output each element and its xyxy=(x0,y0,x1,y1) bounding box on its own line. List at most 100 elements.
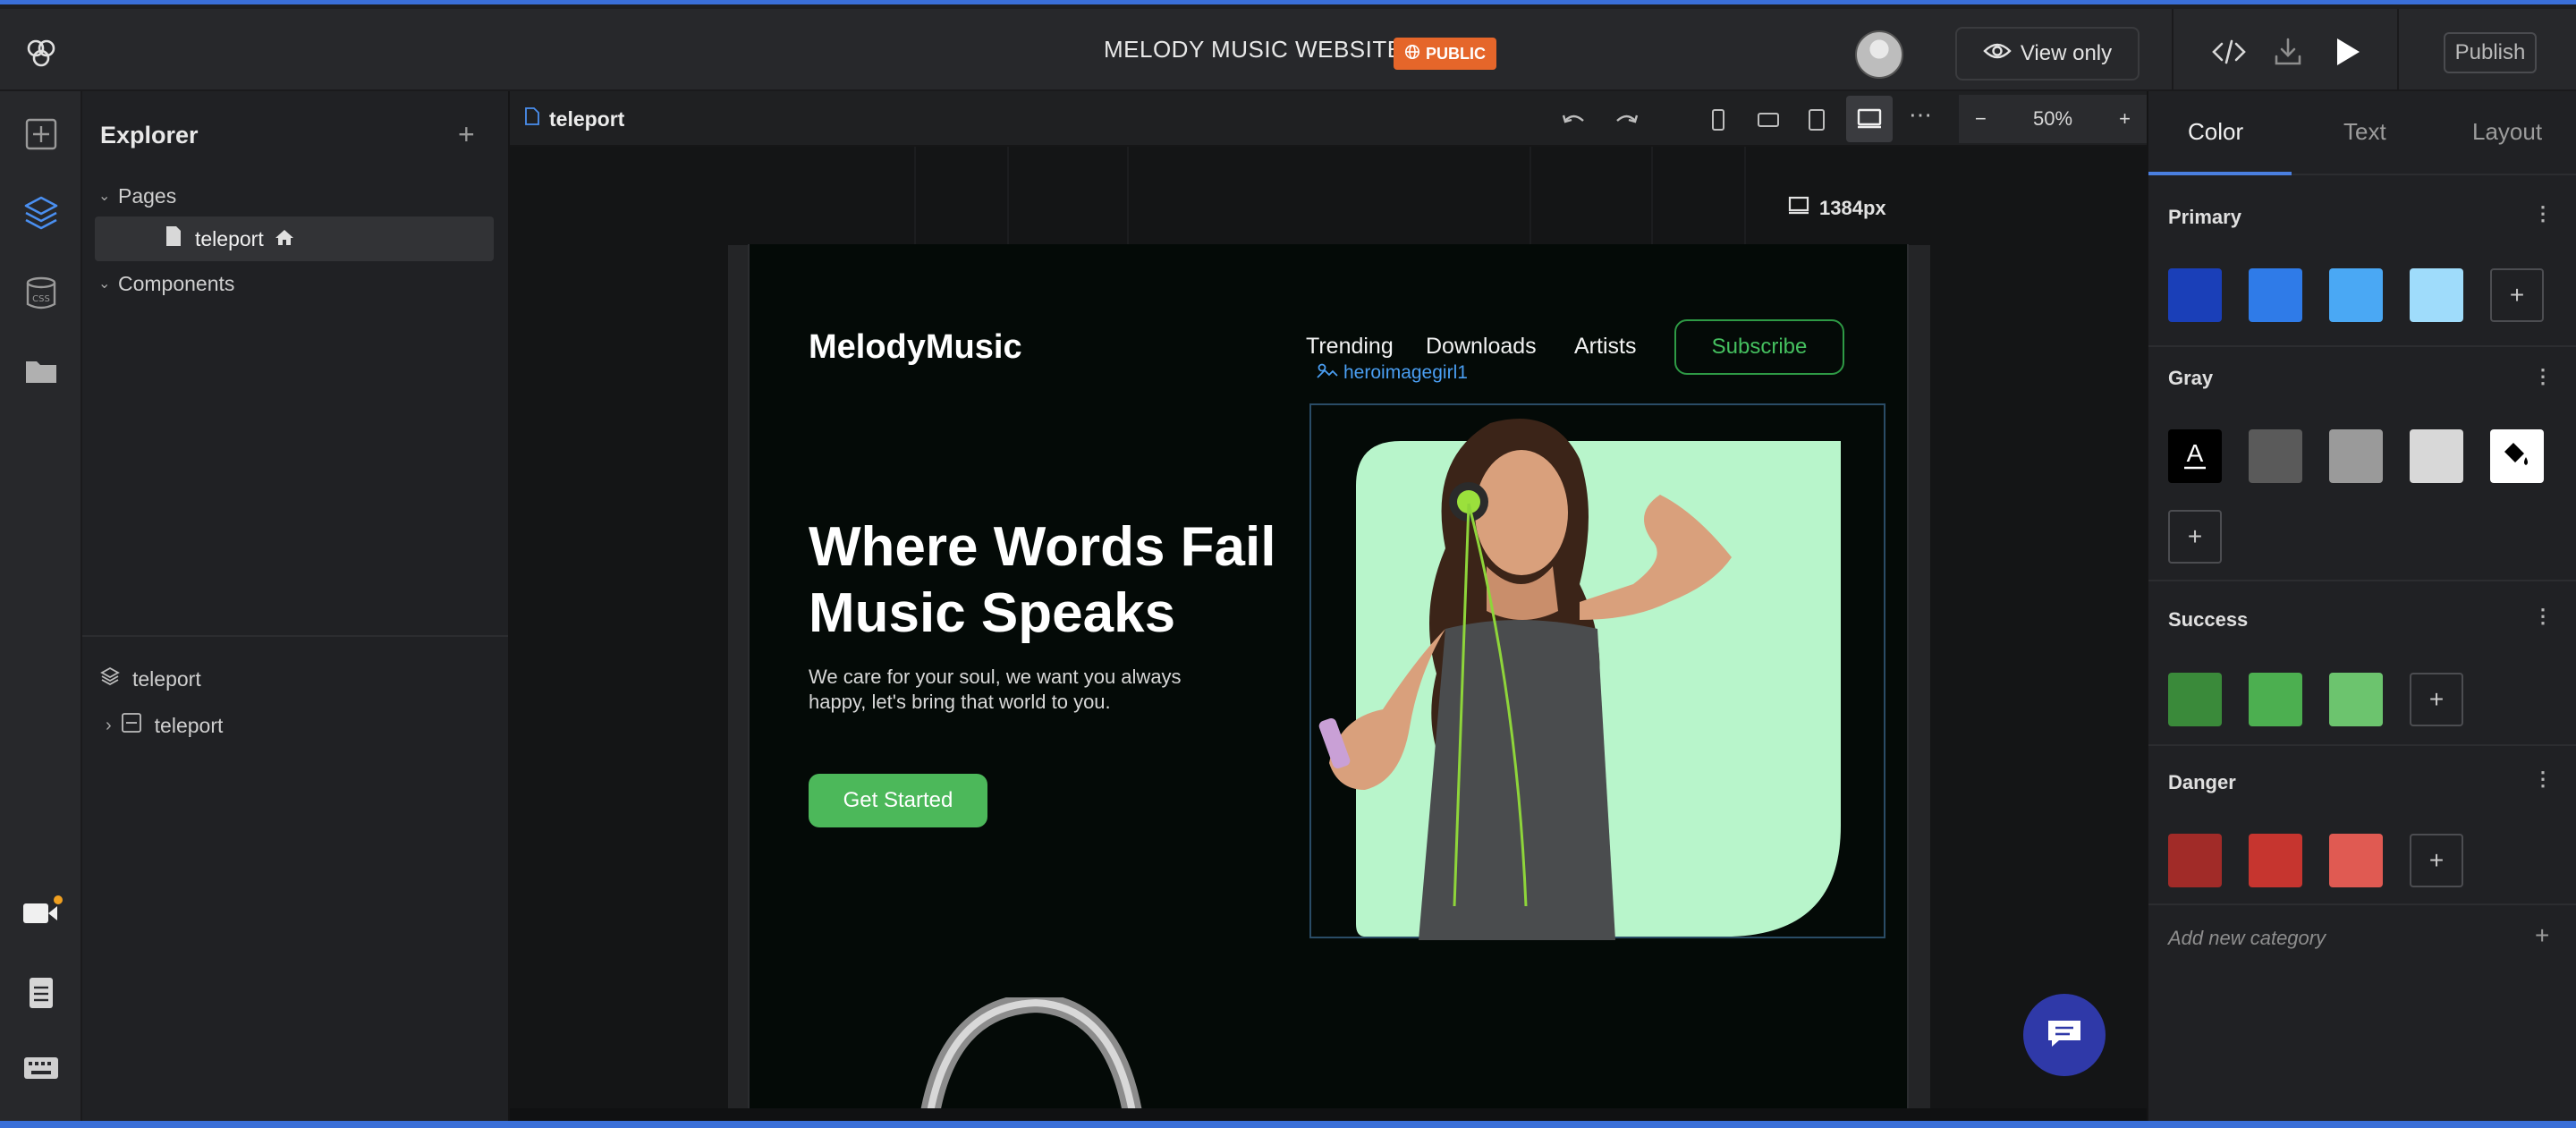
add-color-button[interactable]: + xyxy=(2410,673,2463,726)
chat-icon xyxy=(2045,1017,2084,1054)
chevron-right-icon: › xyxy=(106,715,112,735)
explorer-panel: Explorer + ⌄ Pages teleport ⌄ Components… xyxy=(82,91,510,1121)
css-icon[interactable]: CSS xyxy=(13,265,70,322)
add-icon[interactable] xyxy=(13,106,70,163)
add-color-button[interactable]: + xyxy=(2168,510,2222,564)
canvas-toolbar: teleport ⋯ − 50% + xyxy=(510,91,2147,147)
color-swatch[interactable] xyxy=(2329,673,2383,726)
public-badge-label: PUBLIC xyxy=(1426,44,1486,63)
page-item-label: teleport xyxy=(195,226,264,250)
hero-title: Where Words Fail Music Speaks xyxy=(809,514,1309,647)
nav-trending[interactable]: Trending xyxy=(1306,334,1394,360)
website-preview[interactable]: MelodyMusic Trending Downloads Artists S… xyxy=(748,244,1909,1121)
color-swatch[interactable] xyxy=(2329,268,2383,322)
color-swatch[interactable] xyxy=(2490,429,2544,483)
image-name-label: heroimagegirl1 xyxy=(1343,362,1468,383)
grid-line xyxy=(1127,147,1129,245)
more-vertical-icon[interactable]: ⋮ xyxy=(2533,768,2553,791)
hero-image[interactable] xyxy=(1309,403,1885,940)
color-swatch[interactable] xyxy=(2249,834,2302,887)
project-title: MELODY MUSIC WEBSITE xyxy=(1104,36,1403,63)
layer-root-label: teleport xyxy=(132,666,201,691)
avatar[interactable] xyxy=(1855,30,1903,79)
keyboard-icon[interactable] xyxy=(13,1039,70,1097)
add-category-icon[interactable]: + xyxy=(2535,921,2549,950)
video-icon[interactable] xyxy=(13,884,70,941)
code-icon[interactable] xyxy=(2207,30,2250,73)
publish-button[interactable]: Publish xyxy=(2444,32,2537,73)
add-page-icon[interactable]: + xyxy=(458,118,475,151)
hero-subtitle: We care for your soul, we want you alway… xyxy=(809,665,1238,715)
nav-downloads[interactable]: Downloads xyxy=(1426,334,1537,360)
app-logo-icon[interactable] xyxy=(13,27,70,81)
pages-group[interactable]: ⌄ Pages xyxy=(93,174,176,218)
desktop-view-icon[interactable] xyxy=(1846,96,1893,142)
zoom-out-icon[interactable]: − xyxy=(1975,107,1987,131)
redo-icon[interactable] xyxy=(1608,102,1646,138)
color-swatch[interactable] xyxy=(2329,429,2383,483)
divider xyxy=(2148,744,2576,746)
color-swatch[interactable]: A xyxy=(2168,429,2222,483)
undo-icon[interactable] xyxy=(1555,102,1592,138)
layers-icon[interactable] xyxy=(13,184,70,242)
site-logo[interactable]: MelodyMusic xyxy=(809,328,1022,367)
color-swatch[interactable] xyxy=(2249,673,2302,726)
nav-artists[interactable]: Artists xyxy=(1574,334,1636,360)
tab-text[interactable]: Text xyxy=(2343,118,2386,146)
view-only-button[interactable]: View only xyxy=(1955,27,2140,81)
add-color-button[interactable]: + xyxy=(2410,834,2463,887)
grid-line xyxy=(1530,147,1531,245)
add-color-button[interactable]: + xyxy=(2490,268,2544,322)
add-category-label[interactable]: Add new category xyxy=(2168,927,2326,950)
divider xyxy=(82,635,508,637)
divider xyxy=(2148,345,2576,347)
file-icon xyxy=(165,225,182,253)
color-swatch[interactable] xyxy=(2168,834,2222,887)
layer-root[interactable]: teleport xyxy=(100,657,201,701)
chat-button[interactable] xyxy=(2023,994,2106,1076)
folder-icon[interactable] xyxy=(13,342,70,399)
color-swatch[interactable] xyxy=(2168,268,2222,322)
tab-teleport[interactable]: teleport xyxy=(524,91,624,147)
page-item-teleport[interactable]: teleport xyxy=(95,216,494,261)
tablet-view-icon[interactable] xyxy=(1798,102,1835,138)
color-swatch[interactable] xyxy=(2410,268,2463,322)
color-swatch[interactable] xyxy=(2168,673,2222,726)
more-icon[interactable]: ⋯ xyxy=(1902,97,1939,132)
zoom-in-icon[interactable]: + xyxy=(2119,107,2131,131)
public-badge[interactable]: PUBLIC xyxy=(1394,38,1496,70)
canvas-scrollbar[interactable] xyxy=(510,1108,2147,1121)
hero-subtitle-line-2: happy, let's bring that world to you. xyxy=(809,691,1111,713)
layer-child[interactable]: › teleport xyxy=(106,703,223,748)
category-danger-title: Danger xyxy=(2168,771,2236,793)
active-tab-indicator xyxy=(2148,172,2292,175)
more-vertical-icon[interactable]: ⋮ xyxy=(2533,202,2553,225)
color-swatch[interactable] xyxy=(2249,268,2302,322)
play-icon[interactable] xyxy=(2326,30,2368,73)
home-icon xyxy=(275,227,294,251)
tab-layout[interactable]: Layout xyxy=(2472,118,2542,146)
mobile-landscape-icon[interactable] xyxy=(1750,102,1787,138)
window-border xyxy=(0,1121,2576,1128)
download-icon[interactable] xyxy=(2267,30,2309,73)
headphones-image xyxy=(911,992,1144,1121)
components-group[interactable]: ⌄ Components xyxy=(93,261,234,306)
hero-subtitle-line-1: We care for your soul, we want you alway… xyxy=(809,666,1182,688)
subscribe-button[interactable]: Subscribe xyxy=(1674,319,1844,375)
mobile-view-icon[interactable] xyxy=(1699,102,1737,138)
more-vertical-icon[interactable]: ⋮ xyxy=(2533,605,2553,628)
layer-child-label: teleport xyxy=(154,713,224,737)
color-swatch[interactable] xyxy=(2329,834,2383,887)
color-swatch[interactable] xyxy=(2410,429,2463,483)
top-bar: MELODY MUSIC WEBSITE PUBLIC View only Pu… xyxy=(0,9,2576,91)
document-icon[interactable] xyxy=(13,964,70,1022)
category-gray-title: Gray xyxy=(2168,367,2214,389)
get-started-button[interactable]: Get Started xyxy=(809,774,987,827)
grid-line xyxy=(1007,147,1009,245)
color-swatch[interactable] xyxy=(2249,429,2302,483)
tab-color[interactable]: Color xyxy=(2188,118,2243,146)
divider xyxy=(2397,9,2399,91)
more-vertical-icon[interactable]: ⋮ xyxy=(2533,365,2553,388)
divider xyxy=(2148,580,2576,581)
app-window: MELODY MUSIC WEBSITE PUBLIC View only Pu… xyxy=(0,0,2576,1128)
